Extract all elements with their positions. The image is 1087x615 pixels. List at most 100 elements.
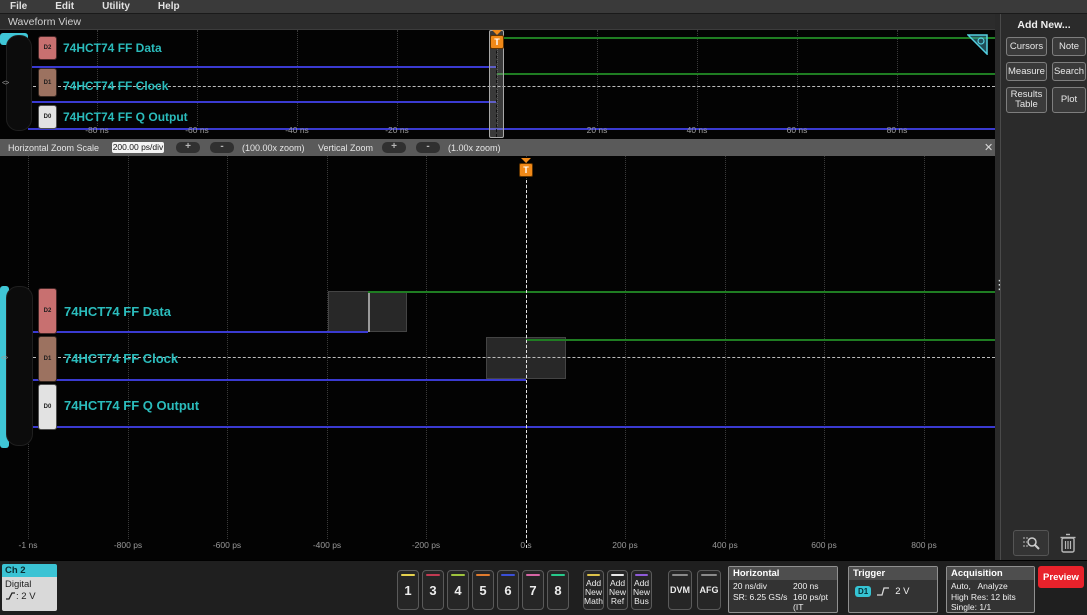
channel-button-5[interactable]: 5 [472, 570, 494, 610]
horizontal-panel[interactable]: Horizontal 20 ns/div 200 ns SR: 6.25 GS/… [728, 566, 838, 615]
zoom-channel-handle-d2[interactable]: D2 [38, 288, 57, 334]
zoom-tool-button[interactable] [1013, 530, 1049, 556]
button-add-new-ref[interactable]: Add New Ref [607, 570, 628, 610]
menu-item-file[interactable]: File [10, 1, 27, 12]
channel-button-4[interactable]: 4 [447, 570, 469, 610]
acquisition-mode: Auto, Analyze [951, 581, 1008, 591]
trace-segment [526, 180, 527, 548]
menu-item-help[interactable]: Help [158, 1, 180, 12]
threshold-icon [6, 592, 15, 600]
vertical-zoom-minus-button[interactable]: - [416, 142, 440, 153]
trace-segment [497, 73, 995, 75]
zoom-channel-handle-d0[interactable]: D0 [38, 384, 57, 430]
axis-tick-label: 0 s [520, 540, 532, 550]
trigger-panel-title: Trigger [849, 567, 937, 580]
add-new-plot-button[interactable]: Plot [1051, 87, 1087, 113]
add-new-results-table-button[interactable]: Results Table [1006, 87, 1047, 113]
add-new-measure-button[interactable]: Measure [1006, 62, 1047, 81]
trigger-marker-overview[interactable]: T [490, 30, 504, 49]
gridline [597, 30, 598, 126]
add-new-search-button[interactable]: Search [1051, 62, 1087, 81]
axis-tick-label: -200 ps [411, 540, 441, 550]
gridline [697, 30, 698, 126]
horizontal-zoom-plus-button[interactable]: + [176, 142, 200, 153]
add-new-cursors-button[interactable]: Cursors [1006, 37, 1047, 56]
zoom-waveform-plot[interactable]: <> D2 D1 D0 74HCT74 FF Data 74HCT74 FF C… [0, 156, 999, 560]
button-label: 7 [529, 582, 537, 598]
acquisition-panel-body: Auto, Analyze High Res: 12 bits Single: … [947, 580, 1034, 614]
channel-handle-d2[interactable]: D2 [38, 36, 57, 60]
button-add-new-bus[interactable]: Add New Bus [631, 570, 652, 610]
vertical-zoom-readout: (1.00x zoom) [448, 142, 501, 153]
channel-button-7[interactable]: 7 [522, 570, 544, 610]
channel-label-d0[interactable]: 74HCT74 FF Q Output [63, 110, 188, 124]
preview-button[interactable]: Preview [1038, 566, 1084, 588]
zoom-channel-handle-d1-label: D1 [43, 356, 52, 362]
axis-tick-label: 400 ps [712, 540, 738, 550]
trigger-panel-body: D1 2 V [849, 580, 937, 603]
channel-handle-group[interactable] [6, 35, 32, 131]
horizontal-zoom-scale-input[interactable]: 200.00 ps/div [112, 142, 164, 153]
channel-label-d2[interactable]: 74HCT74 FF Data [63, 41, 162, 55]
gridline [824, 156, 825, 539]
channel-button-3[interactable]: 3 [422, 570, 444, 610]
trigger-source-marker: <> [2, 80, 9, 87]
horizontal-zoom-minus-button[interactable]: - [210, 142, 234, 153]
trigger-marker-zoom[interactable]: T [519, 158, 533, 177]
zoom-channel-handle-group[interactable] [6, 286, 33, 446]
button-afg[interactable]: AFG [697, 570, 721, 610]
zoom-corner-indicator-icon[interactable] [966, 34, 988, 60]
add-new-note-button[interactable]: Note [1051, 37, 1087, 56]
trigger-panel[interactable]: Trigger D1 2 V [848, 566, 938, 613]
button-label: 1 [404, 582, 412, 598]
button-label: Add New Bus [632, 577, 650, 606]
channel-handle-d1-label: D1 [43, 79, 52, 86]
menu-bar: File Edit Utility Help [0, 0, 1087, 14]
bottom-status-bar: Ch 2 Digital : 2 V 1345678 Add New Math A… [0, 560, 1087, 615]
axis-tick-label: 20 ns [586, 125, 608, 135]
channel-handle-d1[interactable]: D1 [38, 68, 57, 97]
channel-button-6[interactable]: 6 [497, 570, 519, 610]
horizontal-zoom-scale-label: Horizontal Zoom Scale [8, 142, 100, 153]
zoom-channel-label-d0[interactable]: 74HCT74 FF Q Output [64, 398, 199, 413]
channel-color-stripe [526, 574, 540, 576]
zoom-channel-handle-d1[interactable]: D1 [38, 336, 57, 382]
button-label: 3 [429, 582, 437, 598]
zoom-channel-label-d1[interactable]: 74HCT74 FF Clock [64, 351, 178, 366]
axis-tick-label: -800 ps [113, 540, 143, 550]
zoom-close-icon[interactable]: ✕ [984, 141, 993, 154]
channel-label-d1[interactable]: 74HCT74 FF Clock [63, 79, 168, 93]
channel-2-badge[interactable]: Ch 2 Digital : 2 V [2, 564, 57, 611]
horizontal-panel-title: Horizontal [729, 567, 837, 580]
vertical-zoom-plus-button[interactable]: + [382, 142, 406, 153]
vertical-zoom-label: Vertical Zoom [318, 142, 374, 153]
rising-edge-icon [877, 587, 890, 596]
trace-segment [497, 37, 995, 39]
acquisition-single: Single: 1/1 [951, 602, 992, 612]
horizontal-scale: 20 ns/div [733, 581, 768, 591]
trigger-source-badge: D1 [855, 586, 872, 597]
channel-button-1[interactable]: 1 [397, 570, 419, 610]
gridline [227, 156, 228, 539]
menu-item-edit[interactable]: Edit [55, 1, 74, 12]
gridline [327, 156, 328, 539]
add-new-panel: Add New... Cursors Note Measure Search Resul… [1000, 14, 1087, 560]
overview-waveform-plot[interactable]: <> D2 D1 D0 74HCT74 FF Data 74HCT74 FF C… [0, 30, 999, 139]
channel-color-stripe [476, 574, 490, 576]
button-add-new-math[interactable]: Add New Math [583, 570, 604, 610]
zoom-channel-label-d2[interactable]: 74HCT74 FF Data [64, 304, 171, 319]
trash-button[interactable] [1055, 531, 1081, 556]
overview-time-axis: -80 ns -60 ns -40 ns -20 ns 20 ns 40 ns 60 ns 8… [0, 125, 999, 137]
button-dvm[interactable]: DVM [668, 570, 692, 610]
axis-tick-label: -600 ps [212, 540, 242, 550]
channel-color-stripe [501, 574, 515, 576]
channel-button-8[interactable]: 8 [547, 570, 569, 610]
channel-handle-d0-label: D0 [43, 114, 52, 120]
gridline [625, 156, 626, 539]
horizontal-zoom-readout: (100.00x zoom) [242, 142, 305, 153]
menu-item-utility[interactable]: Utility [102, 1, 130, 12]
axis-tick-label: 40 ns [686, 125, 708, 135]
horizontal-sample-rate: SR: 6.25 GS/s [733, 591, 788, 602]
acquisition-panel[interactable]: Acquisition Auto, Analyze High Res: 12 b… [946, 566, 1035, 613]
channel-2-badge-body: Digital : 2 V [2, 577, 57, 611]
